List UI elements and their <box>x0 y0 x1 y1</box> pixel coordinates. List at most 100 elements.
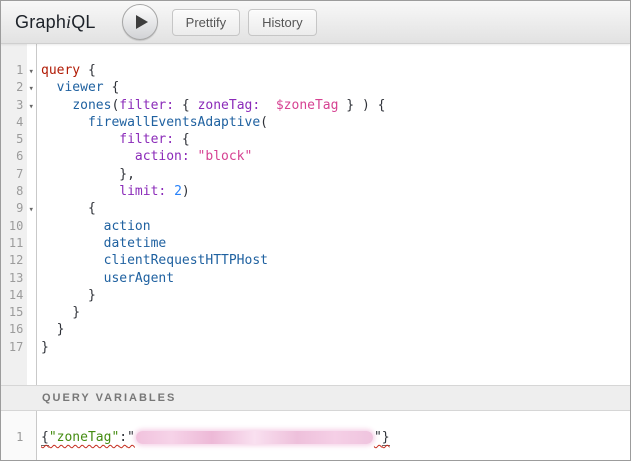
line-number: 2 <box>1 79 26 96</box>
code-segment <box>260 98 276 113</box>
line-number: 9 <box>1 200 26 217</box>
gutter-row: 1▾ <box>1 62 36 79</box>
redacted-value <box>136 431 373 444</box>
execute-query-button[interactable] <box>122 4 158 40</box>
code-segment: zoneTag: <box>198 98 261 113</box>
gutter-row: 5 <box>1 131 36 148</box>
query-variables-title-bar[interactable]: QUERY VARIABLES <box>1 385 630 411</box>
code-line[interactable]: {"zoneTag":""} <box>41 429 630 446</box>
gutter-row: 17 <box>1 339 36 356</box>
fold-arrow-icon[interactable]: ▾ <box>26 202 36 219</box>
gutter-row: 9▾ <box>1 200 36 217</box>
code-line[interactable]: action: "block" <box>41 148 630 165</box>
code-segment: firewallEventsAdaptive <box>88 115 260 130</box>
code-line[interactable]: userAgent <box>41 270 630 287</box>
graphiql-window: GraphiQL Prettify History 1▾2▾3▾456789▾1… <box>0 0 631 461</box>
line-number: 5 <box>1 131 26 148</box>
code-line[interactable]: limit: 2) <box>41 183 630 200</box>
code-segment: " <box>127 430 135 445</box>
fold-arrow-icon[interactable]: ▾ <box>26 81 36 98</box>
code-line[interactable]: zones(filter: { zoneTag: $zoneTag } ) { <box>41 97 630 114</box>
code-segment: filter: <box>119 98 174 113</box>
code-segment: "zoneTag" <box>49 430 119 445</box>
code-line[interactable]: { <box>41 200 630 217</box>
app-title-part: QL <box>71 12 95 32</box>
code-segment: clientRequestHTTPHost <box>104 253 268 268</box>
code-line[interactable]: filter: { <box>41 131 630 148</box>
code-segment <box>41 115 88 130</box>
gutter-row: 1 <box>1 429 36 446</box>
code-segment <box>41 271 104 286</box>
line-number: 8 <box>1 183 26 200</box>
gutter-row: 16 <box>1 321 36 338</box>
line-number: 14 <box>1 287 26 304</box>
line-number: 10 <box>1 218 26 235</box>
query-editor: 1▾2▾3▾456789▾1011121314151617 query { vi… <box>1 44 630 385</box>
code-line[interactable]: datetime <box>41 235 630 252</box>
code-segment: } ) { <box>338 98 385 113</box>
code-segment: { <box>41 201 96 216</box>
code-line[interactable]: } <box>41 287 630 304</box>
app-title-part: Graph <box>15 12 66 32</box>
code-segment <box>41 149 135 164</box>
code-segment: : <box>119 430 127 445</box>
code-line[interactable]: } <box>41 339 630 356</box>
gutter-row: 13 <box>1 270 36 287</box>
fold-arrow-icon[interactable]: ▾ <box>26 99 36 116</box>
gutter-row: 7 <box>1 166 36 183</box>
gutter-row: 8 <box>1 183 36 200</box>
code-line[interactable]: clientRequestHTTPHost <box>41 252 630 269</box>
line-number: 13 <box>1 270 26 287</box>
prettify-button[interactable]: Prettify <box>172 9 240 36</box>
code-segment: datetime <box>104 236 167 251</box>
line-number: 12 <box>1 252 26 269</box>
code-line[interactable]: }, <box>41 166 630 183</box>
code-segment: { <box>41 430 49 446</box>
code-segment: userAgent <box>104 271 174 286</box>
gutter-row: 15 <box>1 304 36 321</box>
variables-editor-code-area[interactable]: {"zoneTag":""} <box>37 411 630 460</box>
gutter-row: 4 <box>1 114 36 131</box>
history-button[interactable]: History <box>248 9 316 36</box>
code-line[interactable]: } <box>41 304 630 321</box>
code-segment: { <box>104 80 120 95</box>
code-segment <box>41 184 119 199</box>
code-line[interactable]: } <box>41 321 630 338</box>
code-segment: limit: <box>119 184 166 199</box>
gutter-row: 14 <box>1 287 36 304</box>
code-segment <box>190 149 198 164</box>
line-number: 1 <box>1 429 26 446</box>
play-icon <box>131 14 149 30</box>
code-line[interactable]: firewallEventsAdaptive( <box>41 114 630 131</box>
line-number: 16 <box>1 321 26 338</box>
code-segment: } <box>41 288 96 303</box>
gutter-row: 2▾ <box>1 79 36 96</box>
code-segment <box>166 184 174 199</box>
variables-editor-gutter: 1 <box>1 411 37 460</box>
code-segment: " <box>374 430 382 445</box>
code-segment: }, <box>41 167 135 182</box>
variables-editor: 1 {"zoneTag":""} <box>1 411 630 460</box>
code-segment: { <box>80 63 96 78</box>
code-segment: ( <box>260 115 268 130</box>
query-variables-title: QUERY VARIABLES <box>42 392 176 404</box>
code-line[interactable]: viewer { <box>41 79 630 96</box>
line-number: 1 <box>1 62 26 79</box>
code-segment <box>41 132 119 147</box>
code-segment: } <box>41 322 64 337</box>
code-segment: $zoneTag <box>276 98 339 113</box>
code-segment <box>41 253 104 268</box>
code-segment: "block" <box>198 149 253 164</box>
gutter-row: 3▾ <box>1 97 36 114</box>
code-segment: query <box>41 63 80 78</box>
code-line[interactable]: query { <box>41 62 630 79</box>
fold-arrow-icon[interactable]: ▾ <box>26 64 36 81</box>
code-segment <box>41 219 104 234</box>
code-segment: action <box>104 219 151 234</box>
code-line[interactable]: action <box>41 218 630 235</box>
query-editor-code-area[interactable]: query { viewer { zones(filter: { zoneTag… <box>37 44 630 385</box>
query-editor-gutter: 1▾2▾3▾456789▾1011121314151617 <box>1 44 37 385</box>
code-segment: } <box>382 430 390 446</box>
code-segment <box>41 80 57 95</box>
toolbar: GraphiQL Prettify History <box>1 1 630 44</box>
